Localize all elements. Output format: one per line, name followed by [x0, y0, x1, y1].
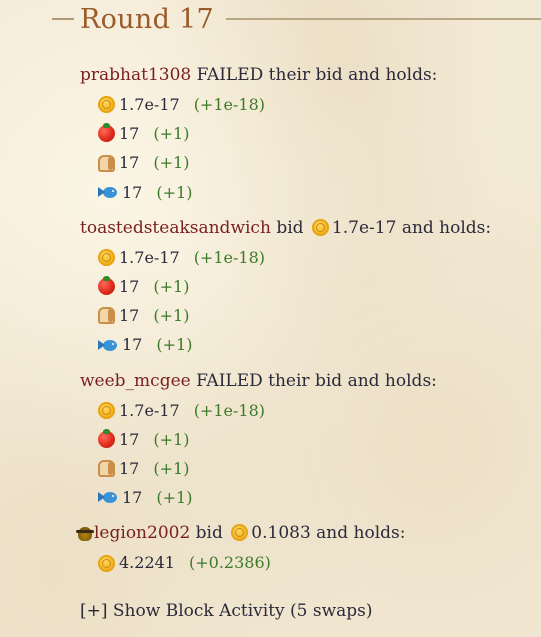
holding-delta: (+1e-18) [193, 247, 265, 267]
holding-row: 17 (+1) [98, 454, 531, 483]
holding-row: 17 (+1) [98, 272, 531, 301]
show-block-activity-toggle[interactable]: [+] Show Block Activity (5 swaps) [80, 601, 373, 621]
holding-amount: 17 [119, 306, 140, 326]
coin-icon [98, 554, 115, 572]
holding-delta: (+1) [153, 153, 190, 173]
players-list: prabhat1308 FAILED their bid and holds: 1… [76, 60, 531, 584]
holding-row: 4.2241 (+0.2386) [98, 548, 531, 577]
player-action: FAILED their bid and holds: [196, 370, 437, 391]
holding-amount: 1.7e-17 [119, 95, 180, 114]
player-summary: prabhat1308 FAILED their bid and holds: [80, 60, 531, 90]
player-action-suffix: and holds: [401, 217, 492, 238]
fish-icon [98, 489, 118, 506]
header-dash [52, 18, 74, 20]
holdings-list: 1.7e-17 (+1e-18) 17 (+1) 17 (+1) 17 (+1) [80, 90, 531, 207]
coin-icon [98, 96, 115, 114]
player-action-suffix: and holds: [316, 523, 406, 544]
player-name[interactable]: toastedsteaksandwich [80, 218, 271, 238]
holding-delta: (+1) [156, 488, 193, 508]
player-action: bid [276, 217, 304, 238]
coin-icon [231, 524, 249, 542]
holding-amount: 17 [119, 124, 140, 144]
holding-delta: (+1) [153, 124, 190, 144]
holding-amount: 1.7e-17 [119, 247, 180, 267]
holdings-list: 4.2241 (+0.2386) [80, 548, 531, 577]
coin-icon [311, 218, 329, 236]
player-entry: prabhat1308 FAILED their bid and holds: 1… [80, 60, 531, 207]
holding-amount: 4.2241 [119, 553, 175, 573]
player-name[interactable]: legion2002 [94, 523, 190, 543]
bread-icon [98, 307, 115, 325]
bid-amount: 1.7e-17 [331, 217, 397, 238]
bread-icon [98, 154, 115, 172]
header-rule [226, 18, 541, 20]
tomato-icon [98, 123, 115, 143]
holding-row: 17 (+1) [98, 301, 531, 330]
tomato-icon [98, 428, 115, 448]
holding-row: 17 (+1) [98, 483, 531, 512]
tomato-icon [98, 276, 115, 296]
holding-delta: (+1) [153, 277, 190, 297]
holding-row: 17 (+1) [98, 178, 531, 207]
fish-icon [98, 184, 118, 201]
holding-amount: 17 [122, 335, 143, 355]
holding-amount: 17 [119, 429, 140, 449]
coin-icon [98, 248, 115, 266]
holding-row: 1.7e-17 (+1e-18) [98, 243, 531, 272]
holding-delta: (+1e-18) [193, 400, 265, 420]
holding-row: 17 (+1) [98, 119, 531, 148]
player-summary: weeb_mcgee FAILED their bid and holds: [80, 366, 531, 396]
player-action: FAILED their bid and holds: [196, 65, 438, 85]
round-title: Round 17 [80, 3, 214, 35]
holdings-list: 1.7e-17 (+1e-18) 17 (+1) 17 (+1) 17 (+1) [80, 243, 531, 360]
player-summary: legion2002 bid 0.1083 and holds: [76, 518, 531, 548]
player-name[interactable]: prabhat1308 [80, 65, 191, 85]
player-summary: toastedsteaksandwich bid 1.7e-17 and hol… [80, 213, 531, 243]
holding-delta: (+1e-18) [193, 95, 265, 114]
bread-icon [98, 460, 115, 478]
holding-amount: 17 [122, 488, 143, 508]
player-name[interactable]: weeb_mcgee [80, 371, 191, 391]
player-entry: toastedsteaksandwich bid 1.7e-17 and hol… [80, 213, 531, 360]
holding-amount: 17 [119, 277, 140, 297]
player-action: bid [195, 523, 223, 544]
player-entry: legion2002 bid 0.1083 and holds: 4.2241 (+… [76, 518, 531, 577]
round-header: Round 17 [52, 0, 541, 38]
holding-row: 17 (+1) [98, 148, 531, 177]
coin-icon [98, 401, 115, 419]
holding-row: 1.7e-17 (+1e-18) [98, 90, 531, 119]
holding-amount: 17 [119, 153, 140, 173]
holding-delta: (+1) [153, 459, 190, 479]
holding-amount: 1.7e-17 [119, 400, 180, 420]
holding-delta: (+1) [153, 306, 190, 326]
holding-row: 17 (+1) [98, 330, 531, 359]
player-entry: weeb_mcgee FAILED their bid and holds: 1.… [80, 366, 531, 513]
holding-amount: 17 [122, 182, 143, 202]
holding-delta: (+1) [153, 429, 190, 449]
holding-delta: (+1) [156, 335, 193, 355]
holding-row: 1.7e-17 (+1e-18) [98, 396, 531, 425]
fish-icon [98, 337, 118, 354]
holding-delta: (+1) [156, 182, 193, 202]
holding-amount: 17 [119, 459, 140, 479]
holding-row: 17 (+1) [98, 425, 531, 454]
cowboy-badge-icon [76, 527, 94, 542]
holding-delta: (+0.2386) [188, 553, 271, 573]
bid-amount: 0.1083 [251, 523, 311, 544]
holdings-list: 1.7e-17 (+1e-18) 17 (+1) 17 (+1) 17 (+1) [80, 396, 531, 513]
